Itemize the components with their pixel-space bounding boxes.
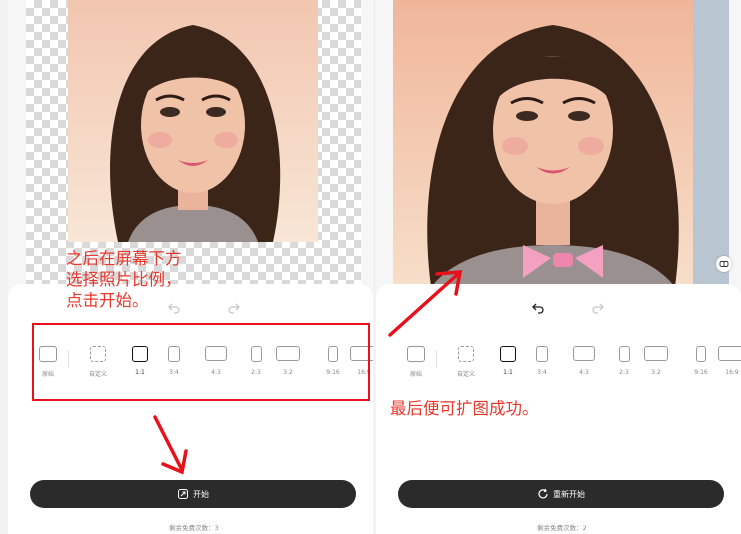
ratio-shape-icon <box>500 346 516 362</box>
bottom-sheet: 原始 自定义 1:1 3:4 4:3 2:3 3:2 9:16 16:9 开始 剩余免费次数：3 <box>8 284 373 534</box>
redo-button[interactable] <box>224 298 244 318</box>
ratio-label: 3:4 <box>537 369 547 376</box>
start-button-label: 开始 <box>193 489 209 499</box>
remaining-count: 剩余免费次数：3 <box>169 524 219 532</box>
ratio-shape-icon <box>696 346 706 362</box>
restart-button[interactable]: 重新开始 <box>398 480 724 508</box>
ratio-label: 自定义 <box>456 371 475 378</box>
ratio-shape-icon <box>644 346 668 361</box>
expand-icon <box>178 489 188 499</box>
ratio-label: 3:2 <box>651 369 661 376</box>
ratio-label: 9:16 <box>694 369 708 376</box>
redo-icon <box>592 303 604 314</box>
canvas-area <box>8 0 373 300</box>
ratio-label: 4:3 <box>579 369 589 376</box>
ratio-shape-icon <box>573 346 595 361</box>
ratio-option-3-4[interactable]: 3:4 <box>522 342 562 382</box>
ratio-label: 2:3 <box>619 369 629 376</box>
original-ratio-icon <box>407 346 425 362</box>
left-screen: 原始 自定义 1:1 3:4 4:3 2:3 3:2 9:16 16:9 开始 剩余免费次数：3 <box>8 0 373 534</box>
compare-button[interactable] <box>716 256 732 272</box>
ratio-divider <box>436 350 437 368</box>
redo-icon <box>228 303 240 314</box>
undo-redo-bar <box>528 298 608 318</box>
start-button[interactable]: 开始 <box>30 480 356 508</box>
ratio-shape-icon <box>618 346 630 362</box>
ratio-label: 原始 <box>409 371 422 378</box>
compare-icon <box>719 261 729 267</box>
ratio-option-原始[interactable]: 原始 <box>396 342 436 382</box>
ratio-shape-icon <box>536 346 548 362</box>
portrait-image <box>68 0 318 242</box>
restart-button-label: 重新开始 <box>553 489 585 499</box>
caption-left: 之后在屏幕下方 选择照片比例， 点击开始。 <box>66 249 182 310</box>
custom-ratio-icon <box>458 346 474 362</box>
canvas-area <box>376 0 741 300</box>
ratio-label: 1:1 <box>503 369 513 376</box>
right-screen: 原始 自定义 1:1 3:4 4:3 2:3 3:2 9:16 16:9 重新开始 剩余免费次数… <box>376 0 741 534</box>
redo-button[interactable] <box>588 298 608 318</box>
undo-icon <box>532 303 544 314</box>
undo-button[interactable] <box>528 298 548 318</box>
caption-right: 最后便可扩图成功。 <box>390 399 539 418</box>
remaining-count: 剩余免费次数：2 <box>537 524 587 532</box>
ratio-option-16-9[interactable]: 16:9 <box>712 342 741 382</box>
ratio-label: 16:9 <box>725 369 739 376</box>
ratio-option-自定义[interactable]: 自定义 <box>446 342 486 382</box>
ratio-shape-icon <box>718 346 741 361</box>
ratio-highlight-box <box>32 323 370 401</box>
expanded-portrait-image <box>393 0 729 300</box>
ratio-selector: 原始 自定义 1:1 3:4 4:3 2:3 3:2 9:16 16:9 <box>394 342 741 382</box>
ratio-option-3-2[interactable]: 3:2 <box>636 342 676 382</box>
refresh-icon <box>538 488 548 499</box>
ratio-option-4-3[interactable]: 4:3 <box>564 342 604 382</box>
